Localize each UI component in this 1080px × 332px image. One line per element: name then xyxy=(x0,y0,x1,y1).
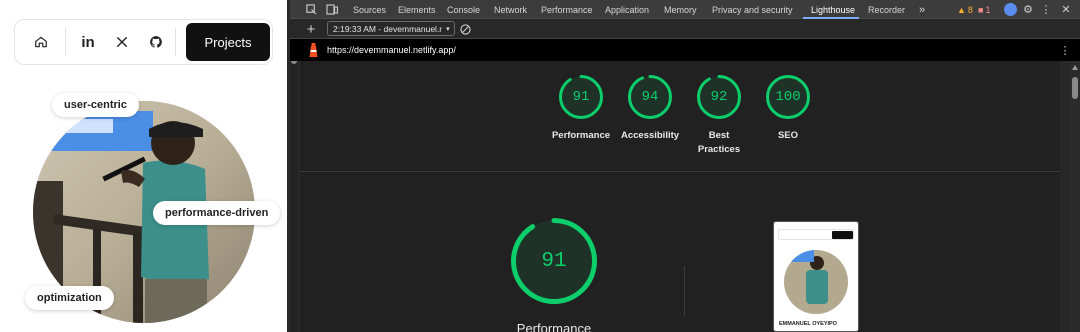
add-report-icon[interactable]: + xyxy=(304,19,318,39)
main-score-label: Performance xyxy=(516,321,592,332)
screen: in Projects user-centric performance-dri… xyxy=(0,0,1080,332)
tab-application[interactable]: Application xyxy=(605,0,649,19)
site-navbar: in Projects xyxy=(14,19,273,65)
tab-memory[interactable]: Memory xyxy=(664,0,697,19)
final-screenshot-thumbnail[interactable]: EMMANUEL OYEYIPO xyxy=(773,221,859,332)
report-scrollbar[interactable] xyxy=(1070,61,1080,332)
close-devtools-icon[interactable]: ✕ xyxy=(1059,0,1073,19)
tab-privacy-and-security[interactable]: Privacy and security xyxy=(712,0,793,19)
nav-divider xyxy=(175,28,176,56)
tab-console[interactable]: Console xyxy=(447,0,480,19)
report-select-value: 2:19:33 AM - devemmanuel.r xyxy=(333,23,443,34)
error-icon: ■ xyxy=(978,4,984,15)
main-performance-gauge: 91 xyxy=(510,217,598,305)
report-url-bar: https://devemmanuel.netlify.app/ ⋮ xyxy=(290,39,1080,61)
gauge-best-practices[interactable]: 92 xyxy=(696,74,742,120)
scroll-up-arrow-icon[interactable] xyxy=(1072,65,1078,70)
thumbnail-name: EMMANUEL OYEYIPO xyxy=(779,321,837,327)
report-select[interactable]: 2:19:33 AM - devemmanuel.r ▾ xyxy=(327,21,455,36)
device-toolbar-icon[interactable] xyxy=(325,0,339,19)
projects-button[interactable]: Projects xyxy=(186,23,270,61)
x-icon[interactable] xyxy=(111,20,133,64)
lighthouse-toolbar: + 2:19:33 AM - devemmanuel.r ▾ xyxy=(290,19,1080,39)
thumbnail-navbar xyxy=(778,229,854,240)
tag-performance-driven: performance-driven xyxy=(153,201,281,225)
tag-optimization: optimization xyxy=(25,286,114,310)
settings-gear-icon[interactable]: ⚙ xyxy=(1021,0,1035,19)
vertical-divider xyxy=(684,266,685,316)
score-value: 92 xyxy=(710,89,728,105)
section-divider xyxy=(300,171,1060,172)
gauge-label: Accessibility xyxy=(620,130,680,141)
thumbnail-projects-button xyxy=(832,231,853,239)
report-url[interactable]: https://devemmanuel.netlify.app/ xyxy=(327,39,456,61)
more-tabs-button[interactable]: » xyxy=(919,0,925,19)
errors-count: 1 xyxy=(985,4,991,15)
website-preview: in Projects user-centric performance-dri… xyxy=(0,0,287,332)
score-value: 94 xyxy=(641,89,659,105)
gauge-seo[interactable]: 100 xyxy=(765,74,811,120)
gauge-label: Performance xyxy=(551,130,611,141)
nav-divider xyxy=(65,28,66,56)
url-kebab-menu-icon[interactable]: ⋮ xyxy=(1060,39,1071,61)
errors-counter[interactable]: ■ 1 xyxy=(978,0,990,19)
github-icon[interactable] xyxy=(145,20,167,64)
gauge-accessibility[interactable]: 94 xyxy=(627,74,673,120)
tab-recorder[interactable]: Recorder xyxy=(868,0,905,19)
inspect-element-icon[interactable] xyxy=(304,0,318,19)
tag-user-centric: user-centric xyxy=(52,93,139,117)
ai-assistance-icon[interactable] xyxy=(1002,0,1018,19)
warning-icon: ▲ xyxy=(957,4,966,15)
chevron-down-icon: ▾ xyxy=(446,25,450,33)
thumbnail-portrait xyxy=(784,250,848,314)
main-score-value: 91 xyxy=(541,249,567,273)
home-icon[interactable] xyxy=(29,20,53,64)
tab-network[interactable]: Network xyxy=(494,0,527,19)
linkedin-icon[interactable]: in xyxy=(77,20,99,64)
devtools-panel: Sources Elements Console Network Perform… xyxy=(290,0,1080,332)
gauge-performance[interactable]: 91 xyxy=(558,74,604,120)
score-value: 91 xyxy=(572,89,590,105)
clear-reports-icon[interactable] xyxy=(458,19,472,39)
warnings-count: 8 xyxy=(967,4,973,15)
warnings-counter[interactable]: ▲ 8 xyxy=(957,0,973,19)
gauge-label: SEO xyxy=(777,130,799,141)
tab-elements[interactable]: Elements xyxy=(398,0,436,19)
score-value: 100 xyxy=(775,89,801,105)
kebab-menu-icon[interactable]: ⋮ xyxy=(1040,0,1052,19)
gauge-label: Best Practices xyxy=(697,130,741,155)
tab-sources[interactable]: Sources xyxy=(353,0,386,19)
scrollbar-thumb[interactable] xyxy=(1072,77,1078,99)
lighthouse-report: 91 Performance 94 Accessibility 92 Best … xyxy=(300,61,1060,332)
devtools-tabbar: Sources Elements Console Network Perform… xyxy=(290,0,1080,19)
lighthouse-logo-icon xyxy=(307,39,319,61)
tab-performance[interactable]: Performance xyxy=(541,0,593,19)
